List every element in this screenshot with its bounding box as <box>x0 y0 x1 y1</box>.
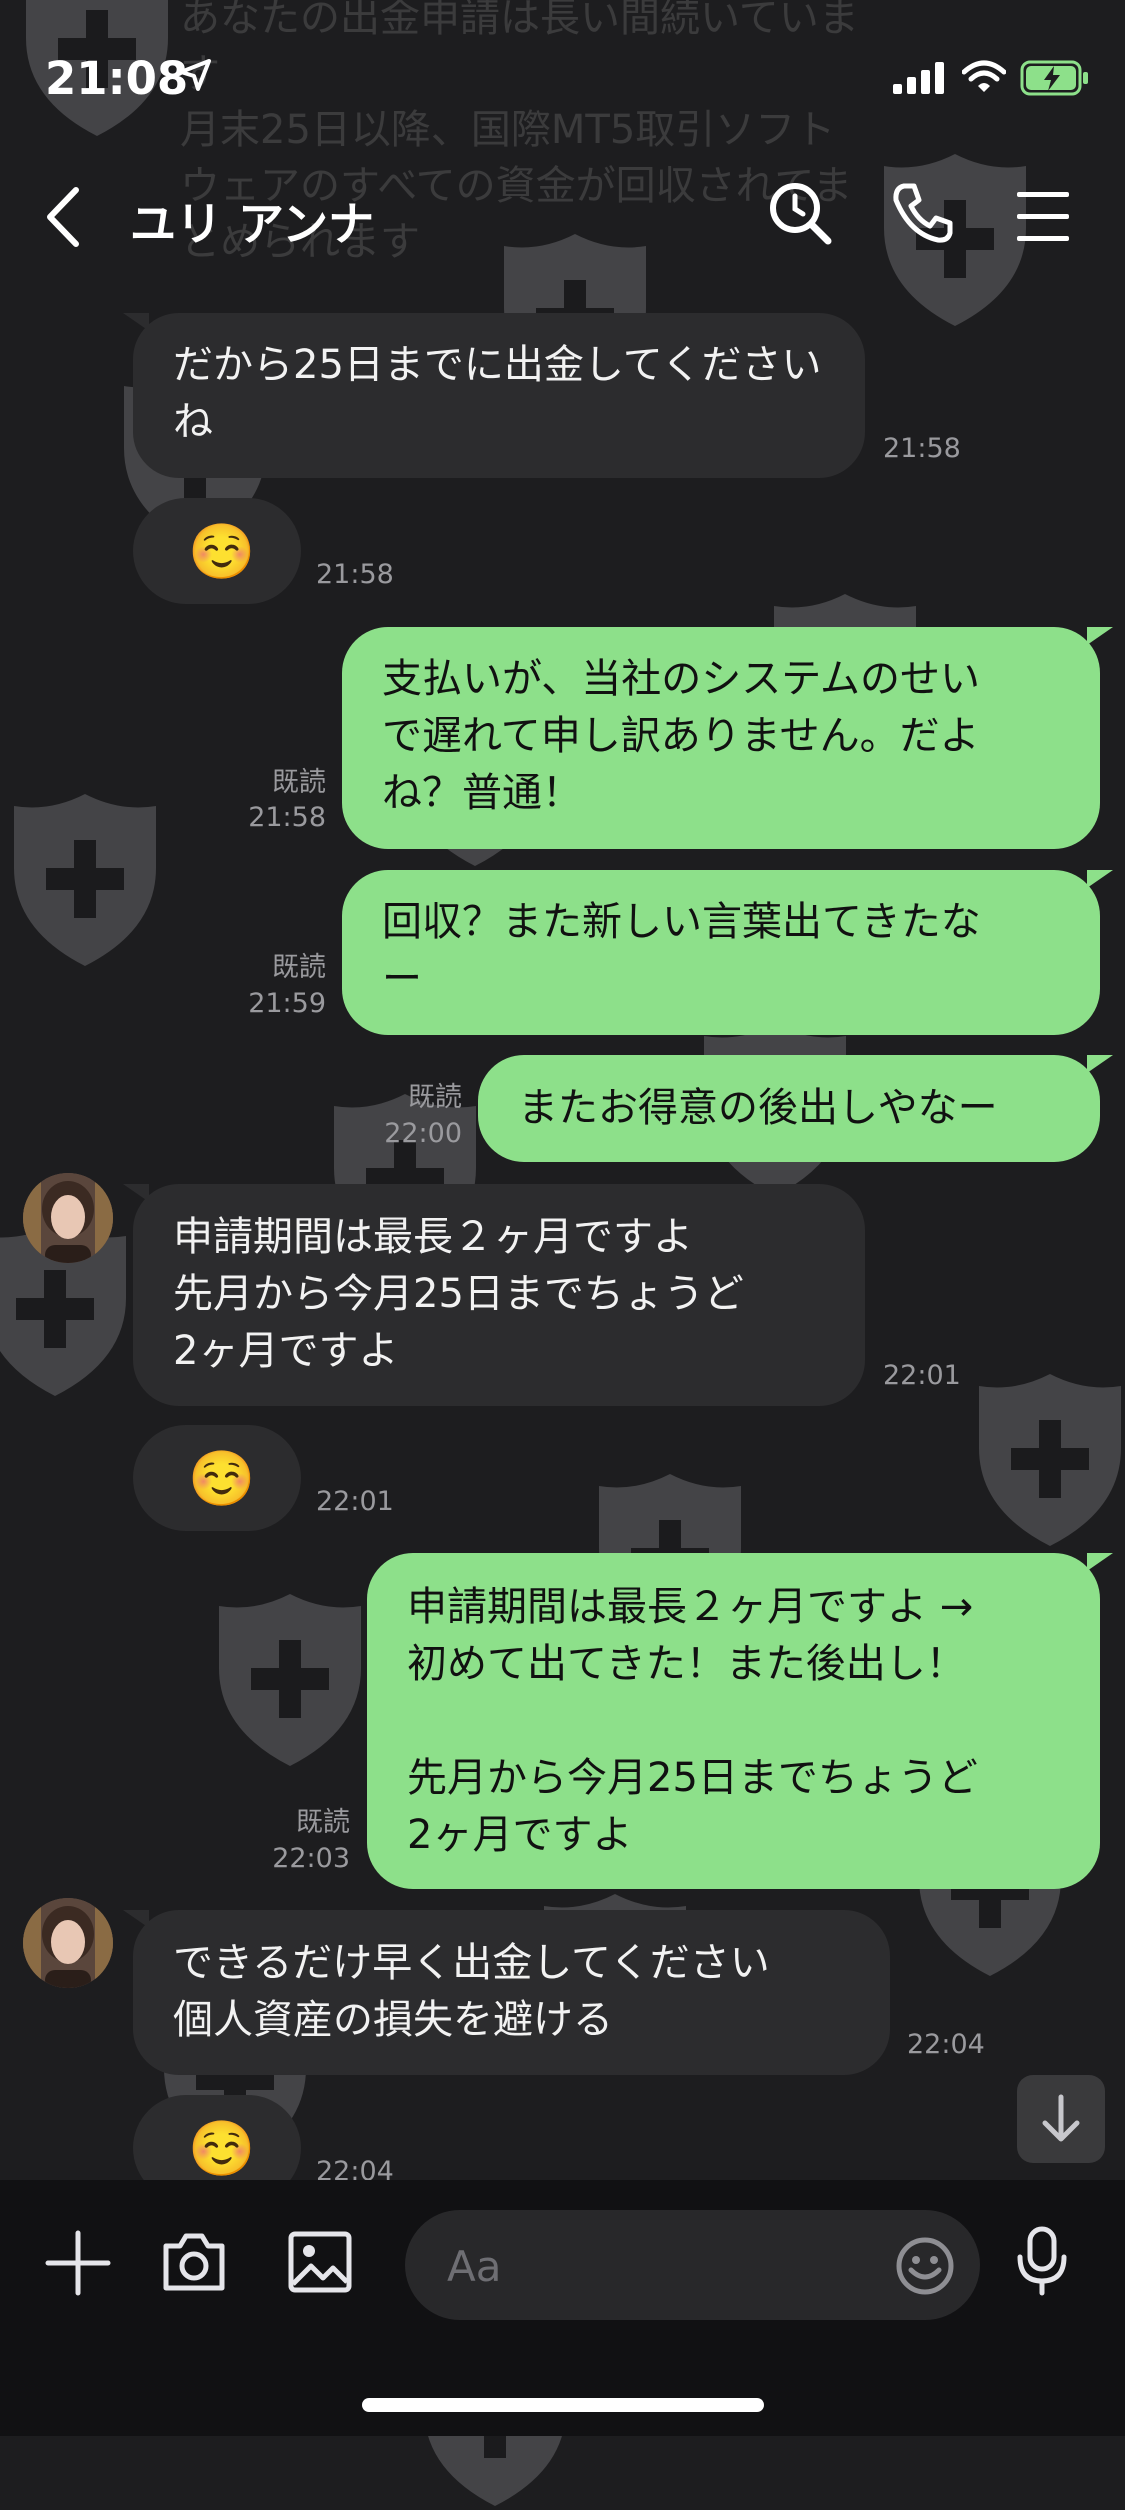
bubble-tail <box>1087 870 1113 888</box>
location-arrow-icon <box>179 59 211 91</box>
avatar[interactable] <box>23 1898 113 1988</box>
message-time: 21:58 <box>248 802 326 833</box>
emoji-message[interactable]: ☺️ <box>133 498 301 604</box>
message-time: 22:00 <box>384 1118 462 1149</box>
message-time: 21:59 <box>248 988 326 1019</box>
emoji-text: ☺️ <box>188 2117 256 2180</box>
image-icon[interactable] <box>287 2230 353 2294</box>
read-receipt: 既読 <box>272 767 326 798</box>
message-time: 22:04 <box>907 2029 985 2060</box>
avatar[interactable] <box>23 1173 113 1263</box>
status-time: 21:08 <box>45 52 189 105</box>
message-time: 21:58 <box>883 433 961 464</box>
status-bar: 21:08 <box>0 0 1125 150</box>
incoming-message[interactable]: できるだけ早く出金してください 個人資産の損失を避ける <box>133 1910 890 2075</box>
avatar-photo <box>23 1898 113 1988</box>
back-chevron-icon[interactable] <box>40 182 90 252</box>
message-composer <box>0 2180 1125 2436</box>
bubble-tail <box>1087 627 1113 645</box>
chat-header: ユリ アンナ <box>0 150 1125 290</box>
incoming-message[interactable]: だから25日までに出金してください ね <box>133 313 865 478</box>
read-receipt: 既読 <box>296 1807 350 1838</box>
battery-charging-icon <box>1020 60 1088 96</box>
camera-icon[interactable] <box>160 2230 228 2294</box>
search-icon[interactable] <box>765 178 835 248</box>
outgoing-message[interactable]: またお得意の後出しやなー <box>478 1055 1100 1162</box>
arrow-down-icon <box>1042 2094 1080 2142</box>
read-receipt: 既読 <box>272 952 326 983</box>
shield-cross-icon <box>10 790 160 970</box>
outgoing-message[interactable]: 支払いが、当社のシステムのせい で遅れて申し訳ありません。だよ ね？普通！ <box>342 627 1100 849</box>
scroll-to-bottom-button[interactable] <box>1017 2075 1105 2163</box>
shield-cross-icon <box>215 1590 365 1770</box>
shield-cross-icon <box>975 1370 1125 1550</box>
chat-title[interactable]: ユリ アンナ <box>130 188 374 254</box>
outgoing-message[interactable]: 回収？また新しい言葉出てきたな ー <box>342 870 1100 1035</box>
bubble-tail <box>1087 1055 1113 1073</box>
incoming-message[interactable]: 申請期間は最長２ヶ月ですよ 先月から今月25日までちょうど 2ヶ月ですよ <box>133 1184 865 1406</box>
message-time: 22:03 <box>272 1843 350 1874</box>
smiley-icon[interactable] <box>895 2236 955 2296</box>
avatar-photo <box>23 1173 113 1263</box>
emoji-text: ☺️ <box>188 1447 256 1510</box>
wifi-icon <box>962 60 1006 92</box>
home-indicator[interactable] <box>362 2398 764 2412</box>
message-time: 21:58 <box>316 559 394 590</box>
read-receipt: 既読 <box>408 1082 462 1113</box>
outgoing-message[interactable]: 申請期間は最長２ヶ月ですよ → 初めて出てきた！また後出し！ 先月から今月25日… <box>367 1553 1100 1889</box>
bubble-tail <box>1087 1553 1113 1571</box>
phone-icon[interactable] <box>890 180 956 246</box>
menu-icon[interactable] <box>1015 190 1071 244</box>
microphone-icon[interactable] <box>1015 2225 1069 2297</box>
plus-icon[interactable] <box>45 2230 111 2296</box>
emoji-message[interactable]: ☺️ <box>133 1425 301 1531</box>
signal-icon <box>893 62 944 94</box>
emoji-text: ☺️ <box>188 520 256 583</box>
message-input[interactable] <box>445 2238 869 2294</box>
message-time: 22:01 <box>883 1360 961 1391</box>
message-input-field[interactable] <box>405 2210 980 2320</box>
message-time: 22:01 <box>316 1486 394 1517</box>
